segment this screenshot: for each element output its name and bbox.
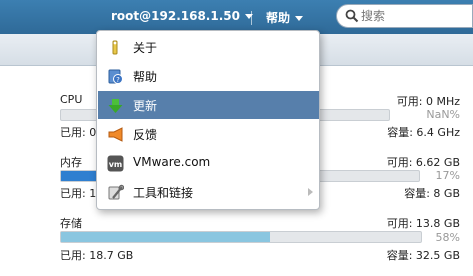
- menu-item-label: VMware.com: [133, 155, 211, 169]
- user-menu-button[interactable]: root@192.168.1.50: [111, 9, 253, 23]
- menu-item-help[interactable]: ? 帮助: [98, 62, 319, 90]
- vm-logo-icon: vm: [107, 155, 124, 172]
- cpu-capacity: 容量: 6.4 GHz: [387, 126, 460, 139]
- menu-item-label: 反馈: [133, 128, 158, 142]
- chevron-down-icon: [295, 16, 304, 21]
- about-icon: [112, 40, 118, 55]
- cpu-free: 可用: 0 MHz: [396, 95, 460, 108]
- menu-item-label: 帮助: [133, 70, 158, 84]
- memory-label: 内存: [60, 156, 82, 169]
- menu-item-label: 工具和链接: [133, 186, 194, 200]
- menu-item-tools-and-links[interactable]: 工具和链接: [98, 178, 319, 206]
- storage-percent: 58%: [435, 231, 460, 244]
- menu-item-label: 关于: [133, 41, 158, 55]
- memory-capacity: 容量: 8 GB: [404, 187, 460, 200]
- menu-item-vmware-com[interactable]: vm VMware.com: [98, 149, 319, 177]
- help-dropdown-menu: 关于 ? 帮助 更新 反馈 vm VMware.com 工具和链接: [96, 30, 320, 210]
- svg-text:vm: vm: [109, 160, 123, 169]
- storage-usage-fill: [61, 232, 270, 242]
- download-arrow-icon: [108, 99, 123, 113]
- memory-free: 可用: 6.62 GB: [386, 156, 460, 169]
- memory-used: 已用: 1.: [60, 187, 100, 200]
- menu-item-update[interactable]: 更新: [98, 91, 319, 119]
- divider: [251, 11, 252, 25]
- storage-usage-bar: [60, 231, 422, 243]
- svg-text:?: ?: [116, 76, 120, 84]
- top-bar: root@192.168.1.50 帮助: [0, 0, 473, 34]
- storage-free: 可用: 13.8 GB: [386, 217, 460, 230]
- menu-item-label: 更新: [133, 99, 158, 113]
- storage-used: 已用: 18.7 GB: [60, 249, 134, 262]
- user-label: root@192.168.1.50: [111, 9, 240, 23]
- search-input[interactable]: [361, 8, 469, 24]
- megaphone-icon: [108, 127, 123, 142]
- menu-item-about[interactable]: 关于: [98, 33, 319, 61]
- chevron-right-icon: [308, 188, 313, 196]
- cpu-label: CPU: [60, 93, 83, 106]
- storage-label: 存储: [60, 217, 82, 230]
- cpu-percent: NaN%: [426, 108, 460, 121]
- help-menu-button[interactable]: 帮助: [266, 9, 304, 26]
- help-book-icon: ?: [108, 69, 123, 84]
- help-label: 帮助: [266, 11, 291, 25]
- search-box[interactable]: [336, 4, 473, 28]
- storage-capacity: 容量: 32.5 GB: [386, 249, 460, 262]
- memory-percent: 17%: [435, 169, 460, 182]
- tools-icon: [108, 184, 124, 200]
- search-icon: [345, 9, 359, 23]
- menu-item-feedback[interactable]: 反馈: [98, 120, 319, 148]
- cpu-used: 已用: 0: [60, 126, 97, 139]
